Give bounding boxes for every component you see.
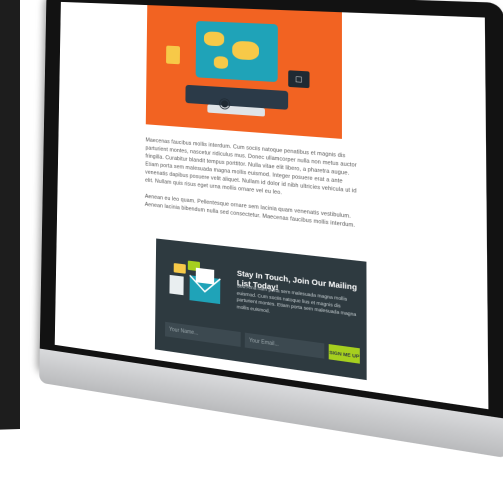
- article-paragraph: Maecenas faucibus mollis interdum. Cum s…: [145, 137, 357, 197]
- envelope-icon: [169, 260, 224, 305]
- monitor: ◉ □ Maecenas faucibus mollis interdum. C…: [39, 0, 503, 494]
- signup-form: SIGN ME UP: [164, 321, 360, 366]
- monitor-screen: ◉ □ Maecenas faucibus mollis interdum. C…: [54, 1, 489, 410]
- hero-illustration: ◉ □: [145, 5, 342, 139]
- briefcase-icon: □: [288, 70, 310, 89]
- camera-icon: ◉: [218, 93, 232, 111]
- map-icon: [195, 20, 278, 83]
- adjacent-monitor: [0, 0, 20, 432]
- mailing-list-signup: Stay In Touch, Join Our Mailing List Tod…: [154, 238, 367, 381]
- shopping-bag-icon: [166, 45, 181, 65]
- sign-me-up-button[interactable]: SIGN ME UP: [328, 344, 360, 364]
- article-body: Maecenas faucibus mollis interdum. Cum s…: [145, 136, 365, 239]
- name-input[interactable]: [164, 321, 241, 347]
- email-input[interactable]: [244, 332, 325, 359]
